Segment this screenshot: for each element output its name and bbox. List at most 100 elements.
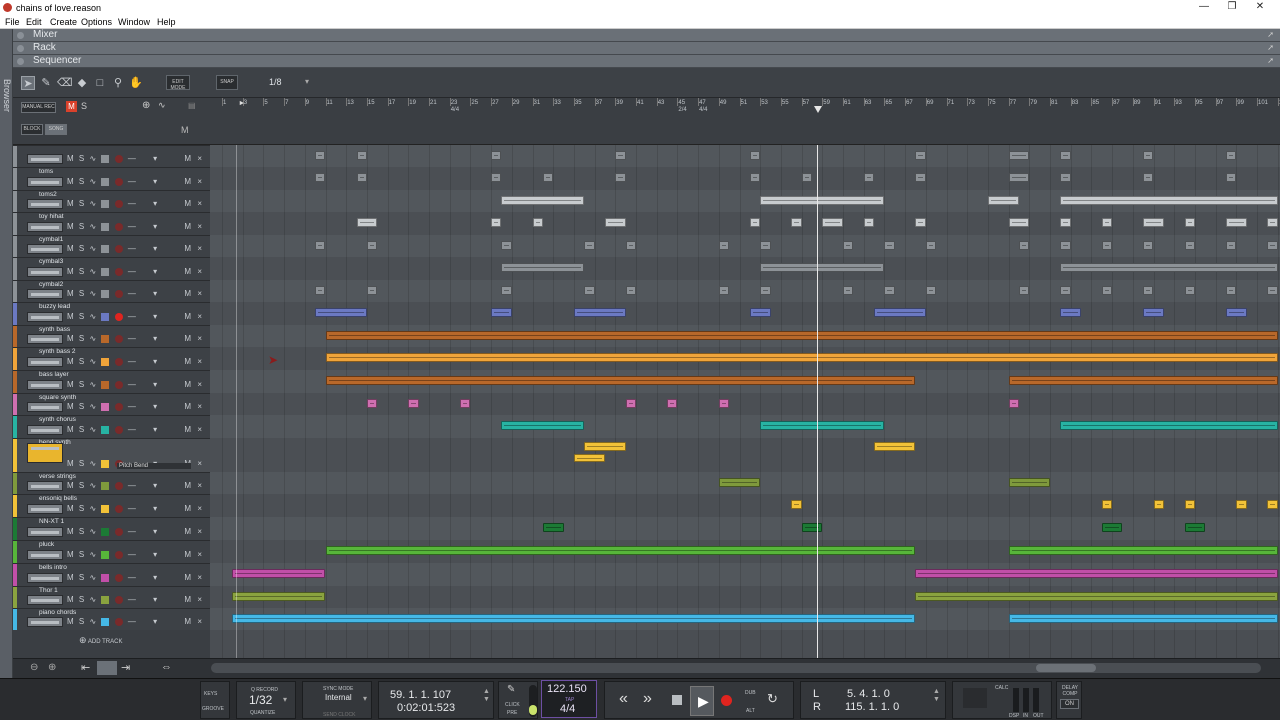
- track-name[interactable]: NN-XT 1: [39, 518, 64, 525]
- hand-tool-icon[interactable]: ✋: [129, 76, 143, 90]
- note-clip[interactable]: [366, 241, 378, 250]
- track-header-row[interactable]: M S ∿ — ▾ M ×: [13, 145, 210, 167]
- note-clip[interactable]: [1008, 173, 1030, 182]
- track-lane[interactable]: [210, 494, 1280, 517]
- loop-to-right-icon[interactable]: ⇥: [121, 661, 130, 674]
- note-clip[interactable]: [1225, 286, 1237, 295]
- record-enable-icon[interactable]: [114, 357, 123, 366]
- track-mute-delete[interactable]: M ×: [184, 334, 202, 343]
- note-clip[interactable]: [625, 286, 636, 295]
- note-clip[interactable]: [356, 173, 367, 182]
- track-mute-delete[interactable]: M ×: [184, 289, 202, 298]
- track-mute-button[interactable]: M: [67, 573, 74, 582]
- note-clip[interactable]: [573, 454, 605, 462]
- track-lanes-icon[interactable]: ∿: [89, 334, 96, 343]
- note-clip[interactable]: [501, 421, 585, 430]
- keys-label[interactable]: KEYS: [204, 691, 217, 697]
- magnify-tool-icon[interactable]: ⚲: [111, 76, 125, 90]
- record-enable-icon[interactable]: [114, 312, 123, 321]
- delete-track-icon[interactable]: ×: [197, 154, 202, 163]
- track-mute-button[interactable]: M: [67, 481, 74, 490]
- track-mute-button[interactable]: M: [67, 402, 74, 411]
- device-thumbnail[interactable]: [27, 177, 63, 187]
- delete-track-icon[interactable]: ×: [197, 267, 202, 276]
- click-label[interactable]: CLICK: [505, 702, 520, 708]
- sync-mode-select[interactable]: Internal: [325, 693, 352, 702]
- right-locator-value[interactable]: 115. 1. 1. 0: [845, 701, 899, 713]
- record-enable-icon[interactable]: [114, 617, 123, 626]
- delete-track-icon[interactable]: ×: [197, 504, 202, 513]
- track-dropdown-icon[interactable]: ▾: [153, 222, 157, 231]
- track-header-row[interactable]: synth chorus M S ∿ — ▾ M ×: [13, 415, 210, 438]
- note-clip[interactable]: [584, 241, 595, 250]
- note-clip[interactable]: [863, 173, 875, 182]
- device-thumbnail[interactable]: [27, 199, 63, 209]
- note-clip[interactable]: [749, 151, 761, 160]
- track-mute-button[interactable]: M: [67, 289, 74, 298]
- lane-mute-button[interactable]: M: [184, 154, 191, 163]
- track-name[interactable]: toms2: [39, 191, 57, 198]
- track-header-row[interactable]: verse strings M S ∿ — ▾ M ×: [13, 472, 210, 494]
- device-thumbnail[interactable]: [27, 481, 63, 491]
- time-signature-marker[interactable]: 4/4: [451, 107, 459, 113]
- track-mute-delete[interactable]: M ×: [184, 504, 202, 513]
- note-clip[interactable]: [1225, 308, 1247, 317]
- track-solo-button[interactable]: S: [79, 504, 84, 513]
- note-clip[interactable]: [615, 173, 626, 182]
- note-clip[interactable]: [460, 399, 471, 408]
- track-color-swatch[interactable]: [101, 425, 110, 434]
- note-clip[interactable]: [408, 399, 419, 408]
- track-dropdown-icon[interactable]: ▾: [153, 402, 157, 411]
- note-clip[interactable]: [1008, 218, 1030, 227]
- device-thumbnail[interactable]: [27, 443, 63, 463]
- browser-toggle-strip[interactable]: Browser: [0, 29, 13, 680]
- delete-track-icon[interactable]: ×: [197, 617, 202, 626]
- menu-window[interactable]: Window: [118, 17, 150, 27]
- track-color-swatch[interactable]: [101, 595, 110, 604]
- track-lane[interactable]: [210, 302, 1280, 325]
- track-solo-button[interactable]: S: [79, 550, 84, 559]
- note-clip[interactable]: [315, 308, 367, 317]
- note-clip[interactable]: [1184, 241, 1195, 250]
- snap-button[interactable]: SNAP: [216, 75, 238, 90]
- record-enable-icon[interactable]: [114, 154, 123, 163]
- track-color-swatch[interactable]: [101, 222, 110, 231]
- track-lanes-icon[interactable]: ∿: [89, 527, 96, 536]
- note-clip[interactable]: [1060, 286, 1071, 295]
- track-dropdown-icon[interactable]: ▾: [153, 334, 157, 343]
- track-header-row[interactable]: piano chords M S ∿ — ▾ M ×: [13, 608, 210, 630]
- lane-mute-button[interactable]: M: [184, 334, 191, 343]
- track-solo-button[interactable]: S: [79, 177, 84, 186]
- track-mute-delete[interactable]: M ×: [184, 617, 202, 626]
- track-name[interactable]: ensoniq bells: [39, 495, 77, 502]
- dub-label[interactable]: DUB: [745, 690, 756, 696]
- delete-track-icon[interactable]: ×: [197, 222, 202, 231]
- note-clip[interactable]: [315, 241, 326, 250]
- record-enable-icon[interactable]: [114, 334, 123, 343]
- rack-fold-bar[interactable]: Rack ➚: [13, 42, 1280, 55]
- note-clip[interactable]: [501, 286, 512, 295]
- note-clip[interactable]: [718, 399, 730, 408]
- track-header-row[interactable]: toms2 M S ∿ — ▾ M ×: [13, 190, 210, 212]
- track-header-row[interactable]: toms M S ∿ — ▾ M ×: [13, 167, 210, 190]
- note-clip[interactable]: [491, 308, 512, 317]
- note-clip[interactable]: [491, 173, 502, 182]
- note-clip[interactable]: [1225, 241, 1237, 250]
- track-dropdown-icon[interactable]: ▾: [153, 357, 157, 366]
- add-track-button[interactable]: ⊕ ADD TRACK: [79, 635, 122, 646]
- fast-forward-icon[interactable]: »: [643, 690, 652, 708]
- snap-value[interactable]: 1/8: [269, 77, 282, 87]
- note-clip[interactable]: [315, 151, 326, 160]
- note-clip[interactable]: [1184, 218, 1195, 227]
- note-clip[interactable]: [232, 569, 326, 578]
- alt-label[interactable]: ALT: [746, 708, 755, 714]
- track-name[interactable]: bass layer: [39, 371, 69, 378]
- note-clip[interactable]: [1060, 308, 1082, 317]
- note-clip[interactable]: [366, 286, 378, 295]
- record-enable-icon[interactable]: [114, 504, 123, 513]
- track-header-row[interactable]: bells intro M S ∿ — ▾ M ×: [13, 563, 210, 586]
- track-header-row[interactable]: synth bass 2 M S ∿ — ▾ M ×: [13, 347, 210, 370]
- note-clip[interactable]: [1101, 500, 1113, 509]
- track-color-swatch[interactable]: [101, 312, 110, 321]
- eraser-tool-icon[interactable]: ⌫: [57, 76, 73, 90]
